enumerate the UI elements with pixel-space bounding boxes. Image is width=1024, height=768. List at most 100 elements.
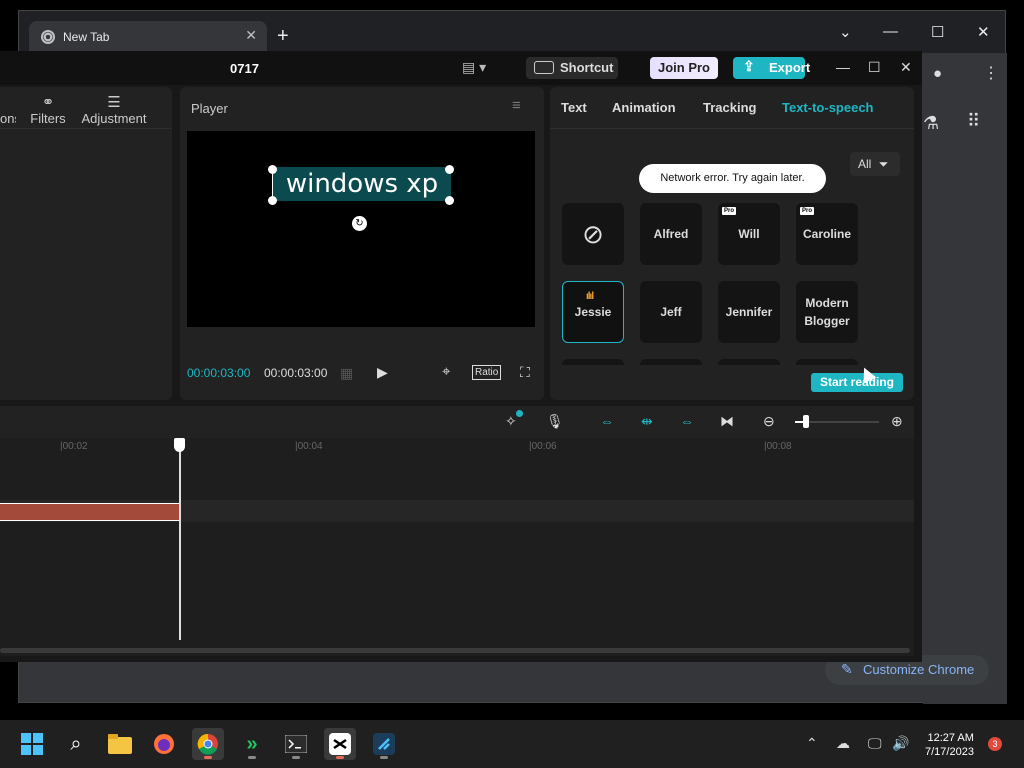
tab-text[interactable]: Text [561, 100, 587, 115]
ruler-tick: |00:06 [529, 441, 557, 452]
chevron-down-icon[interactable]: ⌄ [839, 23, 852, 41]
layout-icon[interactable]: ▤ ▾ [462, 59, 486, 76]
search-icon[interactable]: ⌕ [60, 728, 92, 760]
maximize-icon[interactable]: ☐ [931, 23, 944, 41]
zoom-slider-knob[interactable] [803, 415, 809, 428]
profile-icon[interactable]: ● [933, 65, 942, 82]
chrome-tab-new-tab[interactable]: New Tab ✕ [29, 21, 267, 53]
voice-card-partial[interactable] [640, 359, 702, 365]
app-blue-icon[interactable] [368, 728, 400, 760]
fullscreen-icon[interactable]: ⛶ [520, 364, 530, 381]
new-badge [516, 410, 523, 417]
resize-handle-br[interactable] [445, 196, 454, 205]
start-windows-icon[interactable] [16, 728, 48, 760]
minimize-icon[interactable]: — [883, 23, 898, 40]
player-canvas[interactable]: windows xp ↻ [187, 131, 535, 327]
text-clip[interactable] [0, 503, 180, 521]
tab-text-to-speech[interactable]: Text-to-speech [782, 100, 874, 115]
tab-tracking[interactable]: Tracking [703, 100, 756, 115]
tab-filters[interactable]: ⚭ Filters [30, 93, 66, 126]
shortcut-button[interactable]: Shortcut [526, 57, 618, 79]
start-reading-button[interactable]: Start reading [811, 373, 903, 392]
split-icon[interactable]: ⧓ [720, 413, 734, 430]
maximize-icon[interactable]: ☐ [868, 59, 881, 76]
menu-icon[interactable]: ≡ [512, 97, 521, 114]
voice-card[interactable]: Jeff [640, 281, 702, 343]
tab-animation[interactable]: Animation [612, 100, 676, 115]
minimize-icon[interactable]: — [836, 59, 850, 75]
player-title: Player [191, 101, 228, 116]
voice-none[interactable]: ⊘ [562, 203, 624, 265]
voice-name: Will [738, 227, 760, 241]
running-indicator [204, 756, 212, 759]
volume-icon[interactable]: 🔊 [892, 735, 909, 752]
running-indicator [248, 756, 256, 759]
voice-card-selected[interactable]: ılıl Jessie [562, 281, 624, 343]
timeline-ruler[interactable]: |00:02 |00:04 |00:06 |00:08 [0, 438, 914, 458]
capcut-taskbar-icon[interactable] [324, 728, 356, 760]
tab-filters-label: Filters [30, 111, 66, 126]
notification-badge[interactable]: 3 [988, 737, 1002, 751]
tab-adjustment[interactable]: ☰ Adjustment [80, 93, 148, 126]
terminal-icon[interactable] [280, 728, 312, 760]
ratio-button[interactable]: Ratio [472, 365, 502, 380]
voice-card-partial[interactable] [562, 359, 624, 365]
voice-card[interactable]: Modern Blogger [796, 281, 858, 343]
resize-handle-tr[interactable] [445, 165, 454, 174]
playhead-handle[interactable] [174, 438, 185, 452]
auto-cut-icon[interactable]: ✧ [505, 413, 517, 430]
voice-card-partial[interactable] [796, 359, 858, 365]
resize-handle-bl[interactable] [268, 196, 277, 205]
file-explorer-icon[interactable] [104, 728, 136, 760]
tab-transitions-label: ons [0, 111, 16, 126]
menu-kebab-icon[interactable]: ⋮ [983, 63, 999, 83]
linkage-icon[interactable]: ⇔ [680, 413, 694, 429]
apps-grid-icon[interactable]: ⠿ [967, 111, 980, 132]
microphone-icon[interactable]: 🎙 [546, 413, 564, 430]
voice-card[interactable]: Pro Will [718, 203, 780, 265]
snap-icon[interactable]: ⇹ [641, 413, 653, 430]
tab-transitions[interactable]: ons [0, 93, 16, 126]
clock[interactable]: 12:27 AM 7/17/2023 [925, 731, 974, 759]
focus-icon[interactable]: ⌖ [442, 363, 450, 380]
text-overlay[interactable]: windows xp [273, 167, 451, 201]
export-button[interactable]: ⇪ Export [733, 57, 810, 79]
transitions-icon [0, 93, 16, 111]
voice-card[interactable]: Jennifer [718, 281, 780, 343]
resize-handle-tl[interactable] [268, 165, 277, 174]
voice-filter-dropdown[interactable]: All ⏷ [850, 152, 900, 176]
firefox-icon[interactable] [148, 728, 180, 760]
close-tab-icon[interactable]: ✕ [245, 27, 257, 44]
voice-card-partial[interactable] [718, 359, 780, 365]
timeline-scrollbar[interactable] [0, 648, 910, 653]
playhead-line[interactable] [179, 440, 181, 640]
voice-card[interactable]: Pro Caroline [796, 203, 858, 265]
zoom-out-icon[interactable]: ⊖ [763, 413, 775, 430]
close-icon[interactable]: ✕ [900, 59, 912, 76]
labs-icon[interactable]: ⚗ [923, 113, 939, 134]
grid-icon[interactable]: ▦ [340, 365, 353, 382]
chevron-up-icon[interactable]: ⌃ [806, 735, 818, 752]
rotate-icon[interactable]: ↻ [352, 216, 367, 231]
voice-card[interactable]: Alfred [640, 203, 702, 265]
properties-tabs: Text Animation Tracking Text-to-speech [550, 87, 914, 129]
play-icon[interactable]: ▶ [377, 364, 388, 381]
join-pro-button[interactable]: Join Pro [650, 57, 718, 79]
chrome-taskbar-icon[interactable] [192, 728, 224, 760]
pro-badge: Pro [800, 207, 815, 215]
cloud-icon[interactable]: ☁ [836, 735, 850, 752]
voice-name: Caroline [802, 227, 851, 241]
link-main-track-icon[interactable]: ⇔ [600, 413, 614, 429]
capcut-window: 0717 ▤ ▾ Shortcut Join Pro ⇪ Export — ☐ … [0, 51, 922, 662]
close-window-icon[interactable]: ✕ [977, 23, 990, 41]
app-green-arrows-icon[interactable]: » [236, 728, 268, 760]
clock-time: 12:27 AM [927, 732, 974, 744]
text-overlay-box[interactable]: windows xp [268, 165, 454, 205]
upload-icon: ⇪ [743, 58, 755, 74]
network-icon[interactable]: 🖵 [868, 735, 882, 752]
running-indicator [336, 756, 344, 759]
new-tab-button[interactable]: + [277, 25, 289, 48]
voice-name: Alfred [653, 227, 689, 241]
zoom-in-icon[interactable]: ⊕ [891, 413, 903, 430]
current-time: 00:00:03:00 [187, 366, 251, 380]
